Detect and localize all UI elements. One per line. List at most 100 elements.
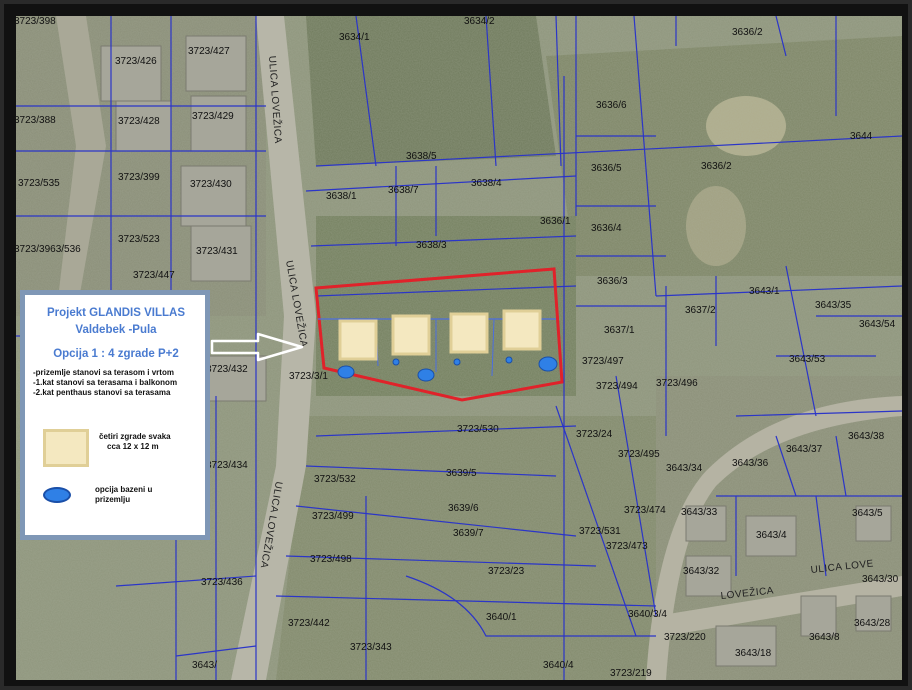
pool — [337, 365, 355, 379]
parcel-number: 3723/494 — [596, 381, 638, 392]
parcel-number: 3636/2 — [732, 27, 763, 38]
proposed-building — [338, 319, 378, 361]
parcel-number: 3723/530 — [457, 424, 499, 435]
parcel-number: 3638/7 — [388, 185, 419, 196]
parcel-number: 3723/3963/536 — [16, 244, 81, 255]
parcel-number: 3636/2 — [701, 161, 732, 172]
pool-key-text: opcija bazeni u prizemlju — [95, 485, 152, 505]
proposed-building — [502, 309, 542, 351]
parcel-number: 3643/8 — [809, 632, 840, 643]
parcel-number: 3723/532 — [314, 474, 356, 485]
parcel-number: 3636/6 — [596, 100, 627, 111]
parcel-number: 3723/498 — [310, 554, 352, 565]
parcel-number: 3643/32 — [683, 566, 720, 577]
parcel-number: 3643/30 — [862, 574, 899, 585]
parcel-number: 3643/4 — [756, 530, 787, 541]
parcel-number: 3643/1 — [749, 286, 780, 297]
parcel-number: 3723/496 — [656, 378, 698, 389]
pool-key-line: prizemlju — [95, 495, 131, 504]
parcel-number: 3723/499 — [312, 511, 354, 522]
parcel-number: 3644 — [850, 131, 873, 142]
parcel-number: 3643/5 — [852, 508, 883, 519]
parcel-number: 3723/431 — [196, 246, 238, 257]
parcel-number: 3638/1 — [326, 191, 357, 202]
parcel-number: 3723/531 — [579, 526, 621, 537]
parcel-number: 3637/1 — [604, 325, 635, 336]
parcel-number: 3634/1 — [339, 32, 370, 43]
parcel-number: 3640/1 — [486, 612, 517, 623]
parcel-number: 3723/3/1 — [289, 371, 328, 382]
parcel-number: 3643/38 — [848, 431, 885, 442]
parcel-number: 3723/430 — [190, 179, 232, 190]
legend-pool-key: opcija bazeni u prizemlju — [43, 485, 152, 505]
parcel-number: 3723/474 — [624, 505, 666, 516]
parcel-number: 3637/2 — [685, 305, 716, 316]
parcel-number: 3723/436 — [201, 577, 243, 588]
parcel-number: 3636/5 — [591, 163, 622, 174]
proposed-building — [449, 312, 489, 354]
parcel-number: 3723/427 — [188, 46, 230, 57]
parcel-number: 3723/343 — [350, 642, 392, 653]
legend-building-key: četiri zgrade svaka cca 12 x 12 m — [43, 429, 171, 467]
parcel-number: 3643/34 — [666, 463, 703, 474]
parcel-number: 3634/2 — [464, 16, 495, 27]
pool — [453, 358, 461, 366]
parcel-number: 3723/426 — [115, 56, 157, 67]
legend-title: Projekt GLANDIS VILLAS — [46, 307, 186, 319]
pool-swatch-icon — [43, 487, 71, 503]
parcel-number: 3723/447 — [133, 270, 175, 281]
parcel-number: 3643/ — [192, 660, 217, 671]
proposed-building — [391, 314, 431, 356]
pool — [417, 368, 435, 382]
parcel-number: 3639/5 — [446, 468, 477, 479]
legend-notes: -prizemlje stanovi sa terasom i vrtom -1… — [33, 368, 199, 398]
legend-option: Opcija 1 : 4 zgrade P+2 — [53, 348, 179, 360]
parcel-number: 3723/473 — [606, 541, 648, 552]
parcel-number: 3643/36 — [732, 458, 769, 469]
building-key-line: cca 12 x 12 m — [107, 442, 159, 451]
parcel-number: 3643/54 — [859, 319, 896, 330]
parcel-number: 3638/3 — [416, 240, 447, 251]
parcel-number: 3723/523 — [118, 234, 160, 245]
parcel-number: 3723/398 — [16, 16, 56, 27]
pointer-arrow-icon — [210, 332, 304, 362]
parcel-number: 3638/5 — [406, 151, 437, 162]
pool — [538, 356, 558, 372]
parcel-number: 3723/399 — [118, 172, 160, 183]
legend-note: -2.kat penthaus stanovi sa terasama — [33, 388, 171, 397]
parcel-number: 3723/432 — [206, 364, 248, 375]
parcel-number: 3640/4 — [543, 660, 574, 671]
pool — [505, 356, 513, 364]
pool-key-line: opcija bazeni u — [95, 485, 153, 494]
parcel-number: 3723/434 — [206, 460, 248, 471]
parcel-number: 3643/18 — [735, 648, 772, 659]
parcel-number: 3723/24 — [576, 429, 613, 440]
parcel-number: 3636/1 — [540, 216, 571, 227]
legend-note: -prizemlje stanovi sa terasom i vrtom — [33, 368, 174, 377]
parcel-number: 3723/23 — [488, 566, 525, 577]
parcel-number: 3723/497 — [582, 356, 624, 367]
parcel-number: 3643/37 — [786, 444, 823, 455]
parcel-number: 3643/35 — [815, 300, 852, 311]
pool — [392, 358, 400, 366]
parcel-number: 3723/388 — [16, 115, 56, 126]
parcel-number: 3636/4 — [591, 223, 622, 234]
parcel-number: 3723/428 — [118, 116, 160, 127]
parcel-number: 3723/442 — [288, 618, 330, 629]
parcel-number: 3723/535 — [18, 178, 60, 189]
building-key-line: četiri zgrade svaka — [99, 432, 171, 441]
parcel-number: 3639/7 — [453, 528, 484, 539]
building-swatch-icon — [43, 429, 89, 467]
parcel-number: 3643/28 — [854, 618, 891, 629]
parcel-number: 3723/429 — [192, 111, 234, 122]
map-frame: ULICA LOVEŽICA ULICA LOVEŽICA ULICA LOVE… — [0, 0, 912, 690]
legend-subtitle: Valdebek -Pula — [75, 324, 157, 336]
parcel-number: 3723/220 — [664, 632, 706, 643]
parcel-number: 3723/495 — [618, 449, 660, 460]
parcel-number: 3643/53 — [789, 354, 826, 365]
parcel-number: 3640/3/4 — [628, 609, 667, 620]
legend-note: -1.kat stanovi sa terasama i balkonom — [33, 378, 178, 387]
parcel-number: 3723/219 — [610, 668, 652, 679]
parcel-number: 3636/3 — [597, 276, 628, 287]
building-key-text: četiri zgrade svaka cca 12 x 12 m — [99, 432, 171, 452]
